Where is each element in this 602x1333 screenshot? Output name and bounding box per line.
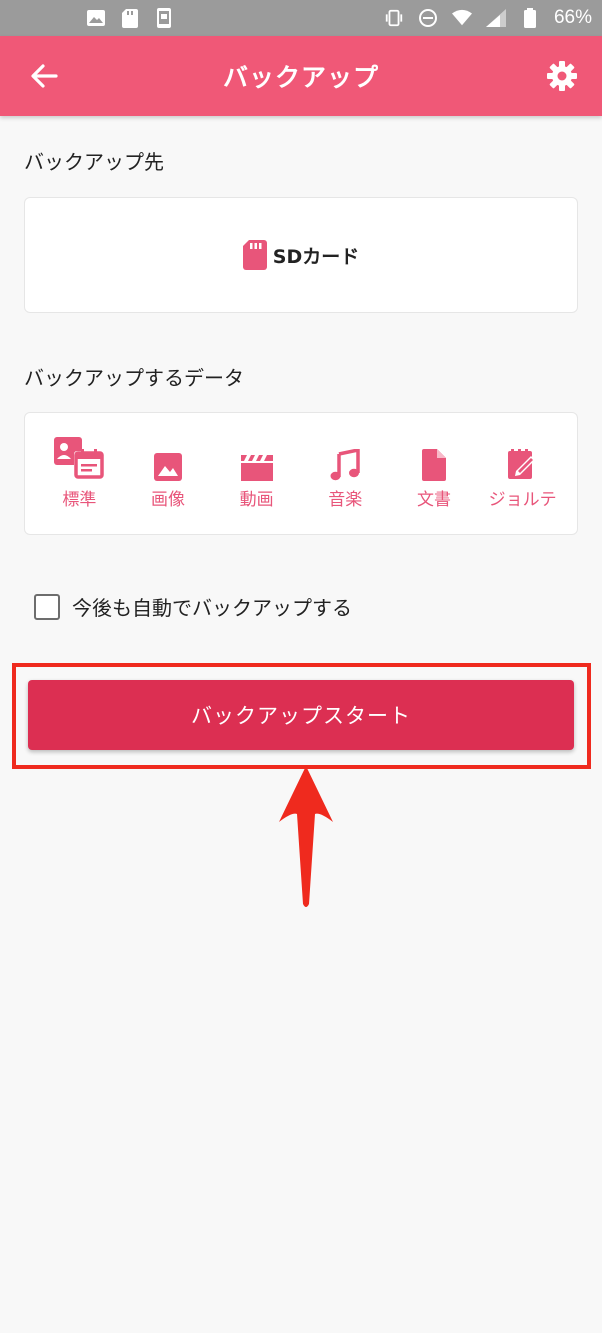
- signal-icon: [485, 8, 506, 28]
- status-bar: 66%: [0, 0, 602, 36]
- image-icon: [153, 453, 182, 481]
- dnd-icon: [418, 8, 438, 28]
- destination-card[interactable]: SDカード: [24, 197, 578, 313]
- status-bar-right: 66%: [384, 7, 592, 29]
- start-backup-button[interactable]: バックアップスタート: [28, 680, 574, 750]
- auto-backup-row[interactable]: 今後も自動でバックアップする: [34, 592, 352, 621]
- page-title: バックアップ: [222, 63, 379, 92]
- data-card: 標準 画像 動画 音楽 文書 ジョルテ: [24, 412, 578, 535]
- sd-card-icon: [242, 240, 267, 270]
- contacts-calendar-icon: [54, 437, 105, 479]
- data-item-documents[interactable]: 文書: [395, 437, 473, 510]
- battery-icon: [520, 8, 540, 28]
- destination-value: SDカード: [242, 240, 360, 270]
- data-item-label: 文書: [416, 490, 451, 510]
- back-button[interactable]: [24, 56, 64, 96]
- destination-label: SDカード: [272, 245, 360, 268]
- destination-section-label: バックアップ先: [24, 150, 164, 174]
- auto-backup-checkbox[interactable]: [34, 593, 60, 620]
- data-item-images[interactable]: 画像: [129, 437, 207, 510]
- data-item-standard[interactable]: 標準: [40, 437, 118, 510]
- phone-icon: [154, 8, 174, 28]
- document-icon: [421, 449, 446, 481]
- arrow-up-icon: [279, 766, 333, 907]
- data-item-label: 音楽: [328, 490, 363, 510]
- auto-backup-label: 今後も自動でバックアップする: [72, 596, 352, 620]
- gear-icon: [547, 61, 577, 91]
- clapperboard-icon: [240, 455, 273, 481]
- data-item-music[interactable]: 音楽: [306, 437, 384, 510]
- vibrate-icon: [384, 8, 404, 28]
- music-note-icon: [330, 449, 361, 481]
- data-item-label: ジョルテ: [488, 490, 557, 510]
- status-bar-left: [86, 8, 174, 28]
- arrow-left-icon: [31, 64, 58, 88]
- sd-card-icon: [120, 8, 140, 28]
- data-item-videos[interactable]: 動画: [218, 437, 296, 510]
- note-edit-icon: [507, 449, 535, 479]
- battery-percentage: 66%: [553, 7, 592, 28]
- app-bar: バックアップ: [0, 36, 602, 116]
- data-item-label: 標準: [62, 490, 97, 510]
- data-section-label: バックアップするデータ: [24, 366, 244, 390]
- image-icon: [86, 8, 106, 28]
- wifi-icon: [451, 8, 472, 28]
- settings-button[interactable]: [542, 56, 582, 96]
- data-item-label: 画像: [150, 490, 185, 510]
- data-item-jorte[interactable]: ジョルテ: [484, 437, 562, 510]
- data-item-label: 動画: [239, 490, 274, 510]
